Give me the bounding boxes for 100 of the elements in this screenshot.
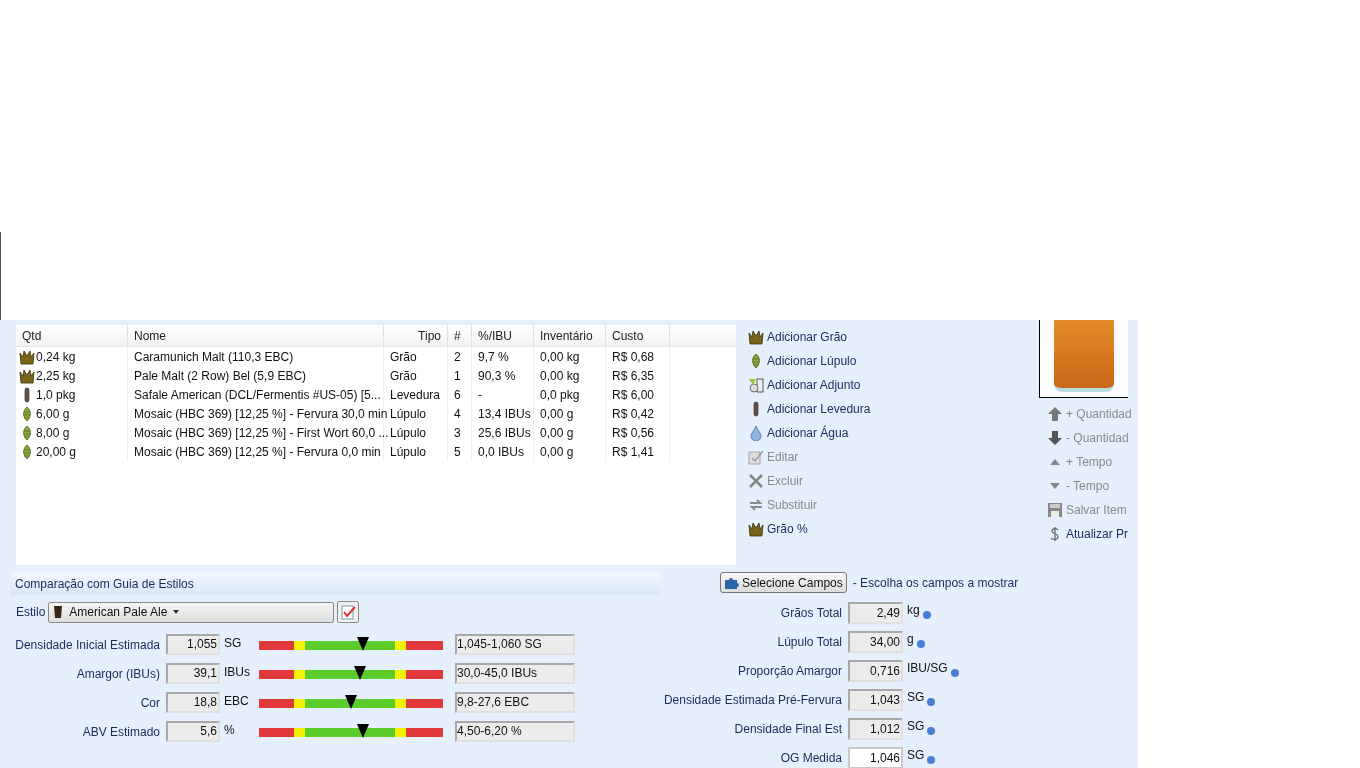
- column-header[interactable]: Qtd: [16, 325, 128, 346]
- checklist-icon: [340, 604, 357, 620]
- style-check-button[interactable]: [337, 601, 360, 623]
- field-label: Densidade Inicial Estimada: [14, 636, 160, 654]
- select-fields-button[interactable]: Selecione Campos: [720, 572, 847, 593]
- action-link[interactable]: Adicionar Adjunto: [767, 376, 861, 394]
- table-cell-text: 90,3 %: [478, 367, 516, 385]
- puzzle-icon: [724, 575, 740, 590]
- unit-label: SG: [907, 718, 925, 735]
- range-field: 4,50-6,20 %: [455, 721, 575, 742]
- adjunct-icon: [748, 377, 764, 393]
- action-link[interactable]: Grão %: [767, 520, 808, 538]
- column-header[interactable]: Custo: [606, 325, 670, 346]
- table-cell-text: Mosaic (HBC 369) [12,25 %] - First Wort 60,0 ...: [134, 424, 389, 442]
- value-field: 2,49: [848, 601, 903, 624]
- water-drop-icon: [748, 425, 764, 441]
- grain-icon: [748, 521, 764, 537]
- table-cell-text: R$ 1,41: [612, 443, 655, 461]
- table-cell-text: Lúpulo: [390, 405, 427, 423]
- swap-icon: [748, 497, 764, 513]
- field-label: ABV Estimado: [81, 723, 160, 741]
- table-cell-text: 3: [454, 424, 461, 442]
- column-header[interactable]: %/IBU: [472, 325, 534, 346]
- table-cell-text: 0,00 g: [540, 443, 574, 461]
- field-label: Proporção Amargor: [736, 662, 842, 680]
- table-cell-text: R$ 6,00: [612, 386, 655, 404]
- column-header[interactable]: Tipo: [384, 325, 448, 346]
- table-cell-text: 2: [454, 348, 461, 366]
- grain-icon: [748, 329, 764, 345]
- hint-text: - Escolha os campos a mostrar: [852, 574, 1019, 592]
- column-header[interactable]: Inventário: [534, 325, 606, 346]
- table-cell-text: 0,00 kg: [540, 348, 580, 366]
- action-link[interactable]: Adicionar Água: [767, 424, 849, 442]
- unit-label: EBC: [224, 693, 250, 710]
- table-cell-text: 1,0 pkg: [36, 386, 76, 404]
- column-header[interactable]: Nome: [128, 325, 384, 346]
- table-cell-text: Mosaic (HBC 369) [12,25 %] - Fervura 0,0 min: [134, 443, 381, 461]
- table-cell-text: Lúpulo: [390, 443, 427, 461]
- table-cell-text: R$ 0,56: [612, 424, 655, 442]
- table-cell-text: 6: [454, 386, 461, 404]
- table-cell-text: Caramunich Malt (110,3 EBC): [134, 348, 294, 366]
- unit-label: %: [224, 722, 236, 739]
- range-field: 30,0-45,0 IBUs: [455, 663, 575, 684]
- caret-icon: [173, 610, 180, 614]
- field-label: Grãos Total: [779, 604, 842, 622]
- value-field: 0,716: [848, 659, 903, 682]
- section-header: Comparação com Guia de Estilos: [10, 573, 660, 595]
- table-cell-text: 0,00 g: [540, 405, 574, 423]
- table-cell-text: R$ 0,42: [612, 405, 655, 423]
- range-field: 9,8-27,6 EBC: [455, 692, 575, 713]
- unit-label: IBUs: [224, 664, 251, 681]
- value-field: 1,043: [848, 688, 903, 711]
- arrow-down-icon: [1047, 430, 1063, 446]
- table-cell-text: Grão: [390, 367, 417, 385]
- table-cell-text: 0,0 pkg: [540, 386, 580, 404]
- field-label: Cor: [139, 694, 160, 712]
- value-field: 1,012: [848, 717, 903, 740]
- beer-glass-icon: [53, 605, 64, 619]
- table-cell-text: Levedura: [390, 386, 441, 404]
- table-cell-text: 6,00 g: [36, 405, 70, 423]
- table-cell-text: 9,7 %: [478, 348, 509, 366]
- table-cell-text: Grão: [390, 348, 417, 366]
- grain-icon: [19, 367, 35, 384]
- table-cell-text: 0,0 IBUs: [478, 443, 525, 461]
- field-label: Densidade Final Est: [733, 720, 842, 738]
- unit-label: g: [907, 631, 914, 648]
- field-label: Lúpulo Total: [776, 633, 842, 651]
- unit-label: SG: [224, 635, 243, 652]
- action-link[interactable]: Adicionar Levedura: [767, 400, 871, 418]
- table-cell-text: 0,00 kg: [540, 367, 580, 385]
- unit-label: IBU/SG: [907, 660, 948, 677]
- value-field: 34,00: [848, 630, 903, 653]
- unit-label: SG: [907, 689, 925, 706]
- table-cell-text: 20,00 g: [36, 443, 77, 461]
- table-cell-text: 5: [454, 443, 461, 461]
- value-field[interactable]: 1,046: [848, 746, 903, 768]
- unit-label: SG: [907, 747, 925, 764]
- style-dropdown[interactable]: American Pale Ale: [48, 601, 335, 623]
- action-link[interactable]: Adicionar Lúpulo: [767, 352, 857, 370]
- column-header[interactable]: #: [448, 325, 472, 346]
- field-label: OG Medida: [779, 749, 842, 767]
- action-link[interactable]: Adicionar Grão: [767, 328, 848, 346]
- grain-icon: [19, 348, 35, 365]
- table-cell-text: 4: [454, 405, 461, 423]
- arrow-up-icon: [1047, 406, 1063, 422]
- table-cell-text: R$ 6,35: [612, 367, 655, 385]
- table-cell-text: -: [478, 386, 482, 404]
- table-cell-text: 1: [454, 367, 461, 385]
- value-field: 39,1: [166, 663, 220, 684]
- close-icon: [748, 473, 764, 489]
- action-link[interactable]: Atualizar Pr: [1066, 525, 1129, 543]
- value-field: 5,6: [166, 721, 220, 742]
- field-label: Amargor (IBUs): [75, 665, 160, 683]
- table-cell-text: 0,00 g: [540, 424, 574, 442]
- table-cell-text: Pale Malt (2 Row) Bel (5,9 EBC): [134, 367, 307, 385]
- style-label: Estilo: [16, 604, 46, 621]
- table-cell-text: R$ 0,68: [612, 348, 655, 366]
- field-label: Densidade Estimada Pré-Fervura: [662, 691, 842, 709]
- value-field: 1,055: [166, 634, 220, 655]
- table-cell-text: Mosaic (HBC 369) [12,25 %] - Fervura 30,0 min: [134, 405, 388, 423]
